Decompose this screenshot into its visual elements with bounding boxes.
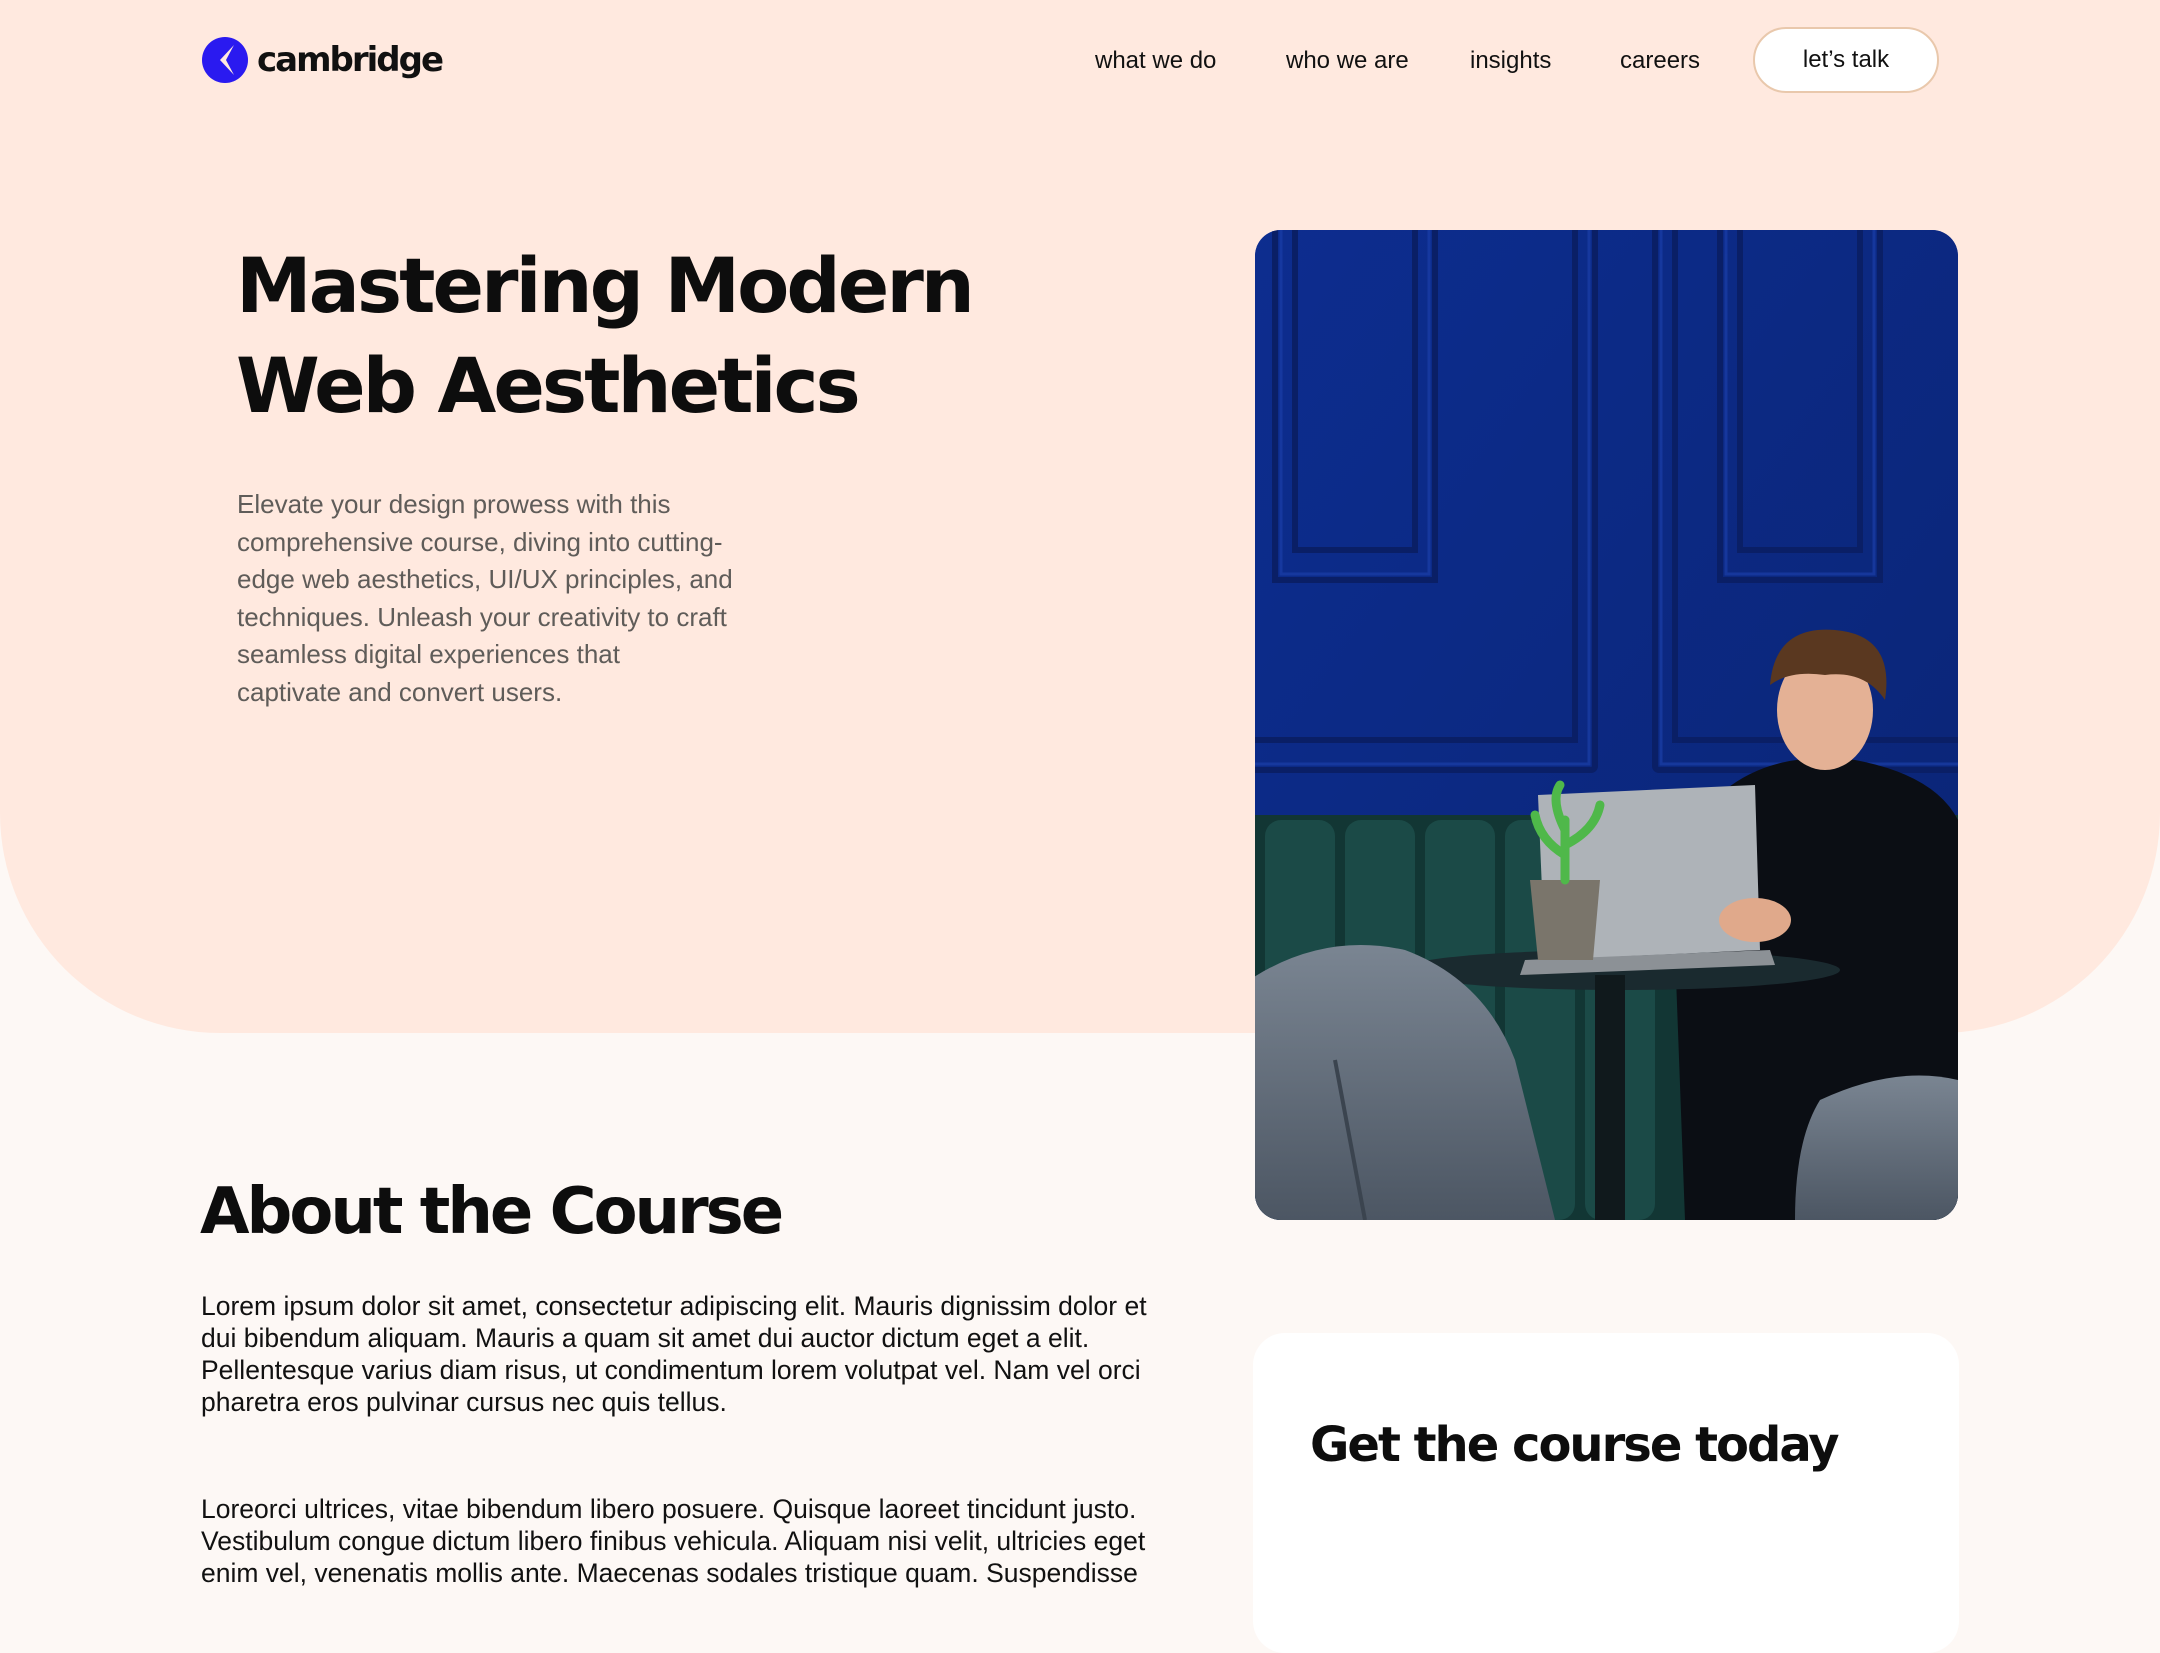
hero-description-line: Elevate your design prowess with this xyxy=(237,489,671,519)
about-paragraph-line: Loreorci ultrices, vitae bibendum libero… xyxy=(201,1494,1137,1524)
hero-description-line: comprehensive course, diving into cuttin… xyxy=(237,526,723,557)
about-paragraph-line: dui bibendum aliquam. Mauris a quam sit … xyxy=(201,1323,1090,1353)
hero-description: Elevate your design prowess with this co… xyxy=(237,486,757,711)
about-paragraph-1: Lorem ipsum dolor sit amet, consectetur … xyxy=(201,1290,1201,1418)
about-paragraph-line: Lorem ipsum dolor sit amet, consectetur … xyxy=(201,1291,1147,1321)
about-paragraph-line: pharetra eros pulvinar cursus nec quis t… xyxy=(201,1387,727,1417)
man-with-laptop-photo xyxy=(1255,230,1958,1220)
purchase-card: Get the course today xyxy=(1253,1333,1959,1653)
hero-title-line: Web Aesthetics xyxy=(236,341,861,430)
about-paragraph-line: Pellentesque varius diam risus, ut condi… xyxy=(201,1355,1141,1385)
nav-who-we-are[interactable]: who we are xyxy=(1286,41,1409,81)
hero-description-line: captivate and convert users. xyxy=(237,676,563,707)
about-paragraph-line: Vestibulum congue dictum libero finibus … xyxy=(201,1526,1146,1556)
nav-what-we-do[interactable]: what we do xyxy=(1095,41,1216,81)
purchase-card-title: Get the course today xyxy=(1310,1417,1840,1473)
about-paragraph-line: enim vel, venenatis mollis ante. Maecena… xyxy=(201,1558,1138,1588)
cambridge-logo-icon xyxy=(202,37,248,83)
brand-logo[interactable]: cambridge xyxy=(201,36,444,84)
hero-description-line: edge web aesthetics, UI/UX principles, a… xyxy=(237,564,733,594)
nav-careers[interactable]: careers xyxy=(1620,41,1700,81)
brand-name: cambridge xyxy=(257,40,444,80)
hero-photo-illustration xyxy=(1255,230,1958,1220)
hero-title-line: Mastering Modern xyxy=(236,241,975,330)
hero-title: Mastering Modern Web Aesthetics xyxy=(236,236,1016,436)
lets-talk-button[interactable]: let’s talk xyxy=(1753,27,1939,93)
about-title: About the Course xyxy=(200,1175,784,1249)
hero-description-line: techniques. Unleash your creativity to c… xyxy=(237,601,727,632)
nav-insights[interactable]: insights xyxy=(1470,41,1551,81)
hero-description-line: seamless digital experiences that xyxy=(237,639,620,669)
